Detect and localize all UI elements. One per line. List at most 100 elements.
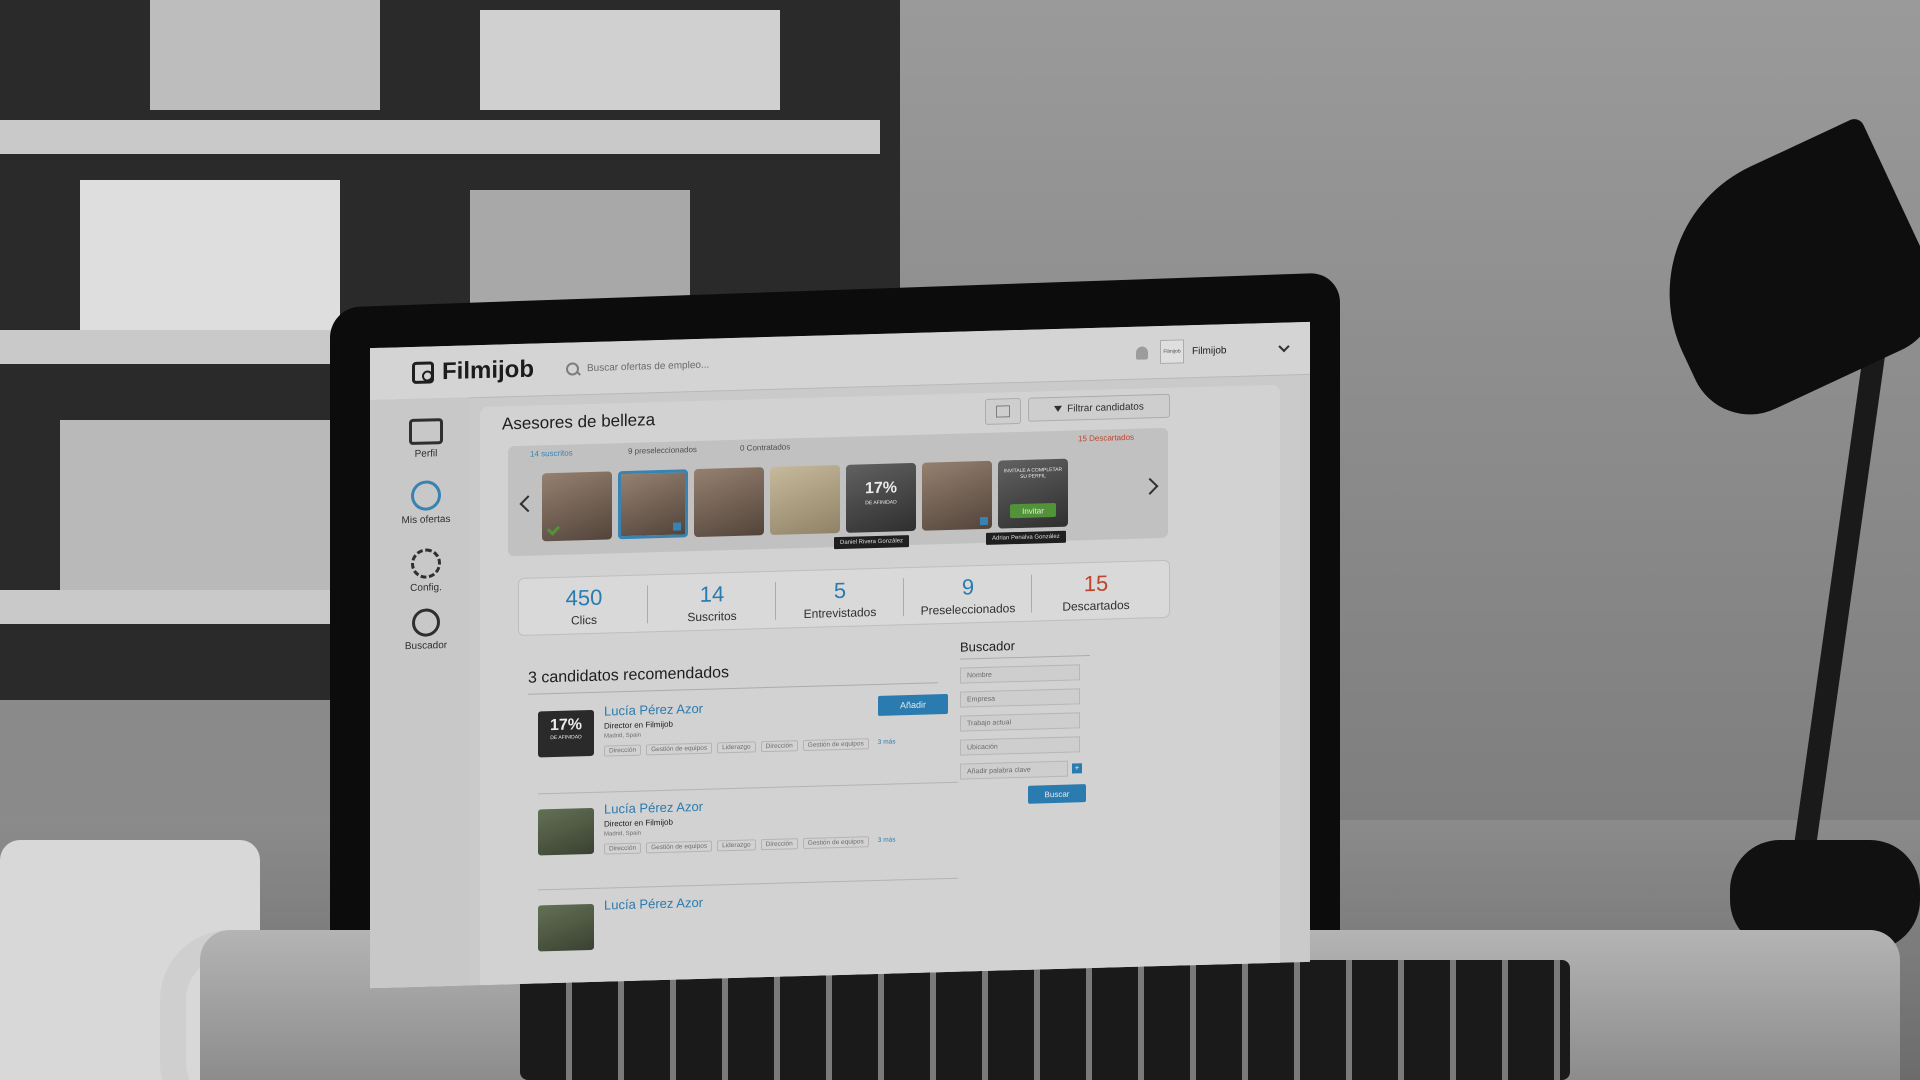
name-tooltip: Adrian Penalva González bbox=[986, 530, 1066, 545]
stat-label: Clics bbox=[571, 612, 597, 628]
location-field[interactable] bbox=[960, 736, 1080, 756]
divider bbox=[775, 581, 776, 620]
recommended-candidate: 17% DE AFINIDAD Lucía Pérez Azor Directo… bbox=[538, 693, 958, 786]
book bbox=[80, 180, 340, 330]
stat-preseleccionados: 9 Preseleccionados bbox=[913, 573, 1023, 618]
tab-descartados[interactable]: 15 Descartados bbox=[1078, 433, 1134, 444]
chevron-right-icon[interactable] bbox=[1141, 477, 1159, 495]
candidate-avatar-affinity[interactable]: 17% DE AFINIDAD bbox=[846, 462, 916, 533]
candidate-location: Madrid, Spain bbox=[604, 732, 642, 740]
filter-candidates-button[interactable]: Filtrar candidatos bbox=[1028, 393, 1170, 422]
search-button[interactable]: Buscar bbox=[1028, 784, 1086, 804]
stat-label: Suscritos bbox=[687, 608, 737, 625]
divider bbox=[903, 578, 904, 617]
affinity-percent: 17% bbox=[864, 479, 898, 498]
candidate-avatar[interactable] bbox=[922, 460, 992, 531]
candidate-avatar[interactable] bbox=[770, 465, 840, 535]
more-tags-link[interactable]: 3 más bbox=[874, 835, 900, 847]
sidebar-item-buscador[interactable]: Buscador bbox=[392, 608, 460, 653]
candidate-name-link[interactable]: Lucía Pérez Azor bbox=[604, 701, 703, 719]
search-icon bbox=[566, 361, 579, 376]
tab-preseleccionados[interactable]: 9 preseleccionados bbox=[628, 445, 697, 456]
stats-panel: 450 Clics 14 Suscritos 5 Entrevistados 9… bbox=[518, 559, 1170, 636]
job-search-input[interactable] bbox=[585, 353, 889, 375]
skill-tags: Dirección Gestión de equipos Liderazgo D… bbox=[604, 834, 944, 855]
skill-tag: Gestión de equipos bbox=[646, 840, 713, 854]
invite-button[interactable]: Invitar bbox=[1010, 502, 1056, 519]
affinity-label: DE AFINIDAD bbox=[550, 734, 582, 742]
book bbox=[0, 700, 380, 840]
skill-tags: Dirección Gestión de equipos Liderazgo D… bbox=[604, 736, 944, 757]
tab-suscritos[interactable]: 14 suscritos bbox=[530, 448, 573, 458]
chevron-down-icon[interactable] bbox=[1278, 340, 1290, 353]
skill-tag: Dirección bbox=[604, 744, 642, 757]
recommended-title: 3 candidatos recomendados bbox=[528, 664, 730, 687]
divider bbox=[647, 585, 648, 624]
linkedin-icon bbox=[980, 516, 988, 526]
company-field[interactable] bbox=[960, 688, 1080, 708]
candidate-name-link[interactable]: Lucía Pérez Azor bbox=[604, 895, 703, 913]
sidebar-item-perfil[interactable]: Perfil bbox=[392, 418, 460, 461]
candidate-photo bbox=[538, 807, 594, 856]
recommended-candidate: Lucía Pérez Azor bbox=[538, 888, 958, 980]
check-icon bbox=[546, 522, 561, 536]
search-icon bbox=[412, 608, 440, 637]
logo-text: Filmijob bbox=[442, 355, 534, 386]
tab-contratados[interactable]: 0 Contratados bbox=[740, 442, 790, 452]
candidate-name-link[interactable]: Lucía Pérez Azor bbox=[604, 799, 703, 817]
book bbox=[150, 0, 380, 110]
keyword-row: + bbox=[960, 760, 1090, 780]
buscador-title: Buscador bbox=[960, 636, 1090, 660]
candidate-photo bbox=[538, 903, 594, 952]
affinity-badge: 17% DE AFINIDAD bbox=[538, 709, 594, 758]
book bbox=[60, 420, 340, 590]
affinity-percent: 17% bbox=[549, 716, 583, 735]
name-field[interactable] bbox=[960, 664, 1080, 684]
profile-card-icon bbox=[409, 418, 443, 446]
candidate-avatar-selected[interactable] bbox=[618, 469, 688, 540]
linkedin-icon bbox=[673, 522, 681, 531]
filter-label: Filtrar candidatos bbox=[1067, 401, 1144, 415]
bell-icon[interactable] bbox=[1136, 345, 1148, 360]
candidate-role: Director en Filmijob bbox=[604, 817, 673, 829]
buscador-panel: Buscador + Buscar bbox=[960, 636, 1090, 820]
page-title: Asesores de belleza bbox=[502, 410, 656, 434]
company-logo: Filmijob bbox=[1160, 339, 1184, 365]
sidebar-item-config[interactable]: Config. bbox=[392, 548, 460, 595]
more-tags-link[interactable]: 3 más bbox=[874, 737, 900, 749]
calendar-button[interactable] bbox=[985, 397, 1021, 425]
sidebar-item-mis-ofertas[interactable]: Mis ofertas bbox=[392, 480, 460, 527]
filter-icon bbox=[1054, 405, 1063, 413]
skill-tag: Gestión de equipos bbox=[646, 742, 713, 756]
current-job-field[interactable] bbox=[960, 712, 1080, 732]
stat-label: Descartados bbox=[1062, 597, 1130, 614]
stat-value: 15 bbox=[1083, 570, 1109, 597]
logo[interactable]: Filmijob bbox=[412, 355, 552, 387]
candidate-tabs: 14 suscritos 9 preseleccionados 0 Contra… bbox=[508, 432, 1168, 459]
skill-tag: Dirección bbox=[760, 740, 798, 753]
stat-value: 14 bbox=[699, 581, 725, 607]
edit-users-icon bbox=[411, 480, 441, 511]
company-name[interactable]: Filmijob bbox=[1192, 343, 1280, 357]
divider bbox=[1031, 574, 1032, 613]
chevron-left-icon[interactable] bbox=[519, 495, 537, 513]
add-keyword-button[interactable]: + bbox=[1072, 763, 1082, 774]
sidebar-item-label: Perfil bbox=[414, 448, 438, 460]
invite-text: INVITALE A COMPLETAR SU PERFIL bbox=[1003, 466, 1063, 480]
add-candidate-button[interactable]: Añadir bbox=[878, 693, 948, 716]
offer-card: Asesores de belleza Filtrar candidatos 1… bbox=[480, 384, 1280, 989]
stat-value: 5 bbox=[833, 577, 847, 604]
candidate-strip: 14 suscritos 9 preseleccionados 0 Contra… bbox=[508, 427, 1168, 557]
stat-value: 9 bbox=[961, 574, 975, 600]
candidate-avatar[interactable] bbox=[694, 467, 764, 538]
calendar-icon bbox=[996, 405, 1010, 418]
candidate-avatar[interactable] bbox=[542, 471, 612, 542]
stat-suscritos: 14 Suscritos bbox=[657, 580, 767, 625]
candidate-avatar-invite[interactable]: INVITALE A COMPLETAR SU PERFIL Invitar bbox=[998, 458, 1068, 529]
keyword-field[interactable] bbox=[960, 760, 1068, 780]
stat-entrevistados: 5 Entrevistados bbox=[785, 576, 895, 621]
stat-clics: 450 Clics bbox=[529, 584, 639, 629]
stat-label: Entrevistados bbox=[803, 604, 877, 622]
candidate-location: Madrid, Spain bbox=[604, 830, 642, 838]
candidate-role: Director en Filmijob bbox=[604, 719, 673, 731]
